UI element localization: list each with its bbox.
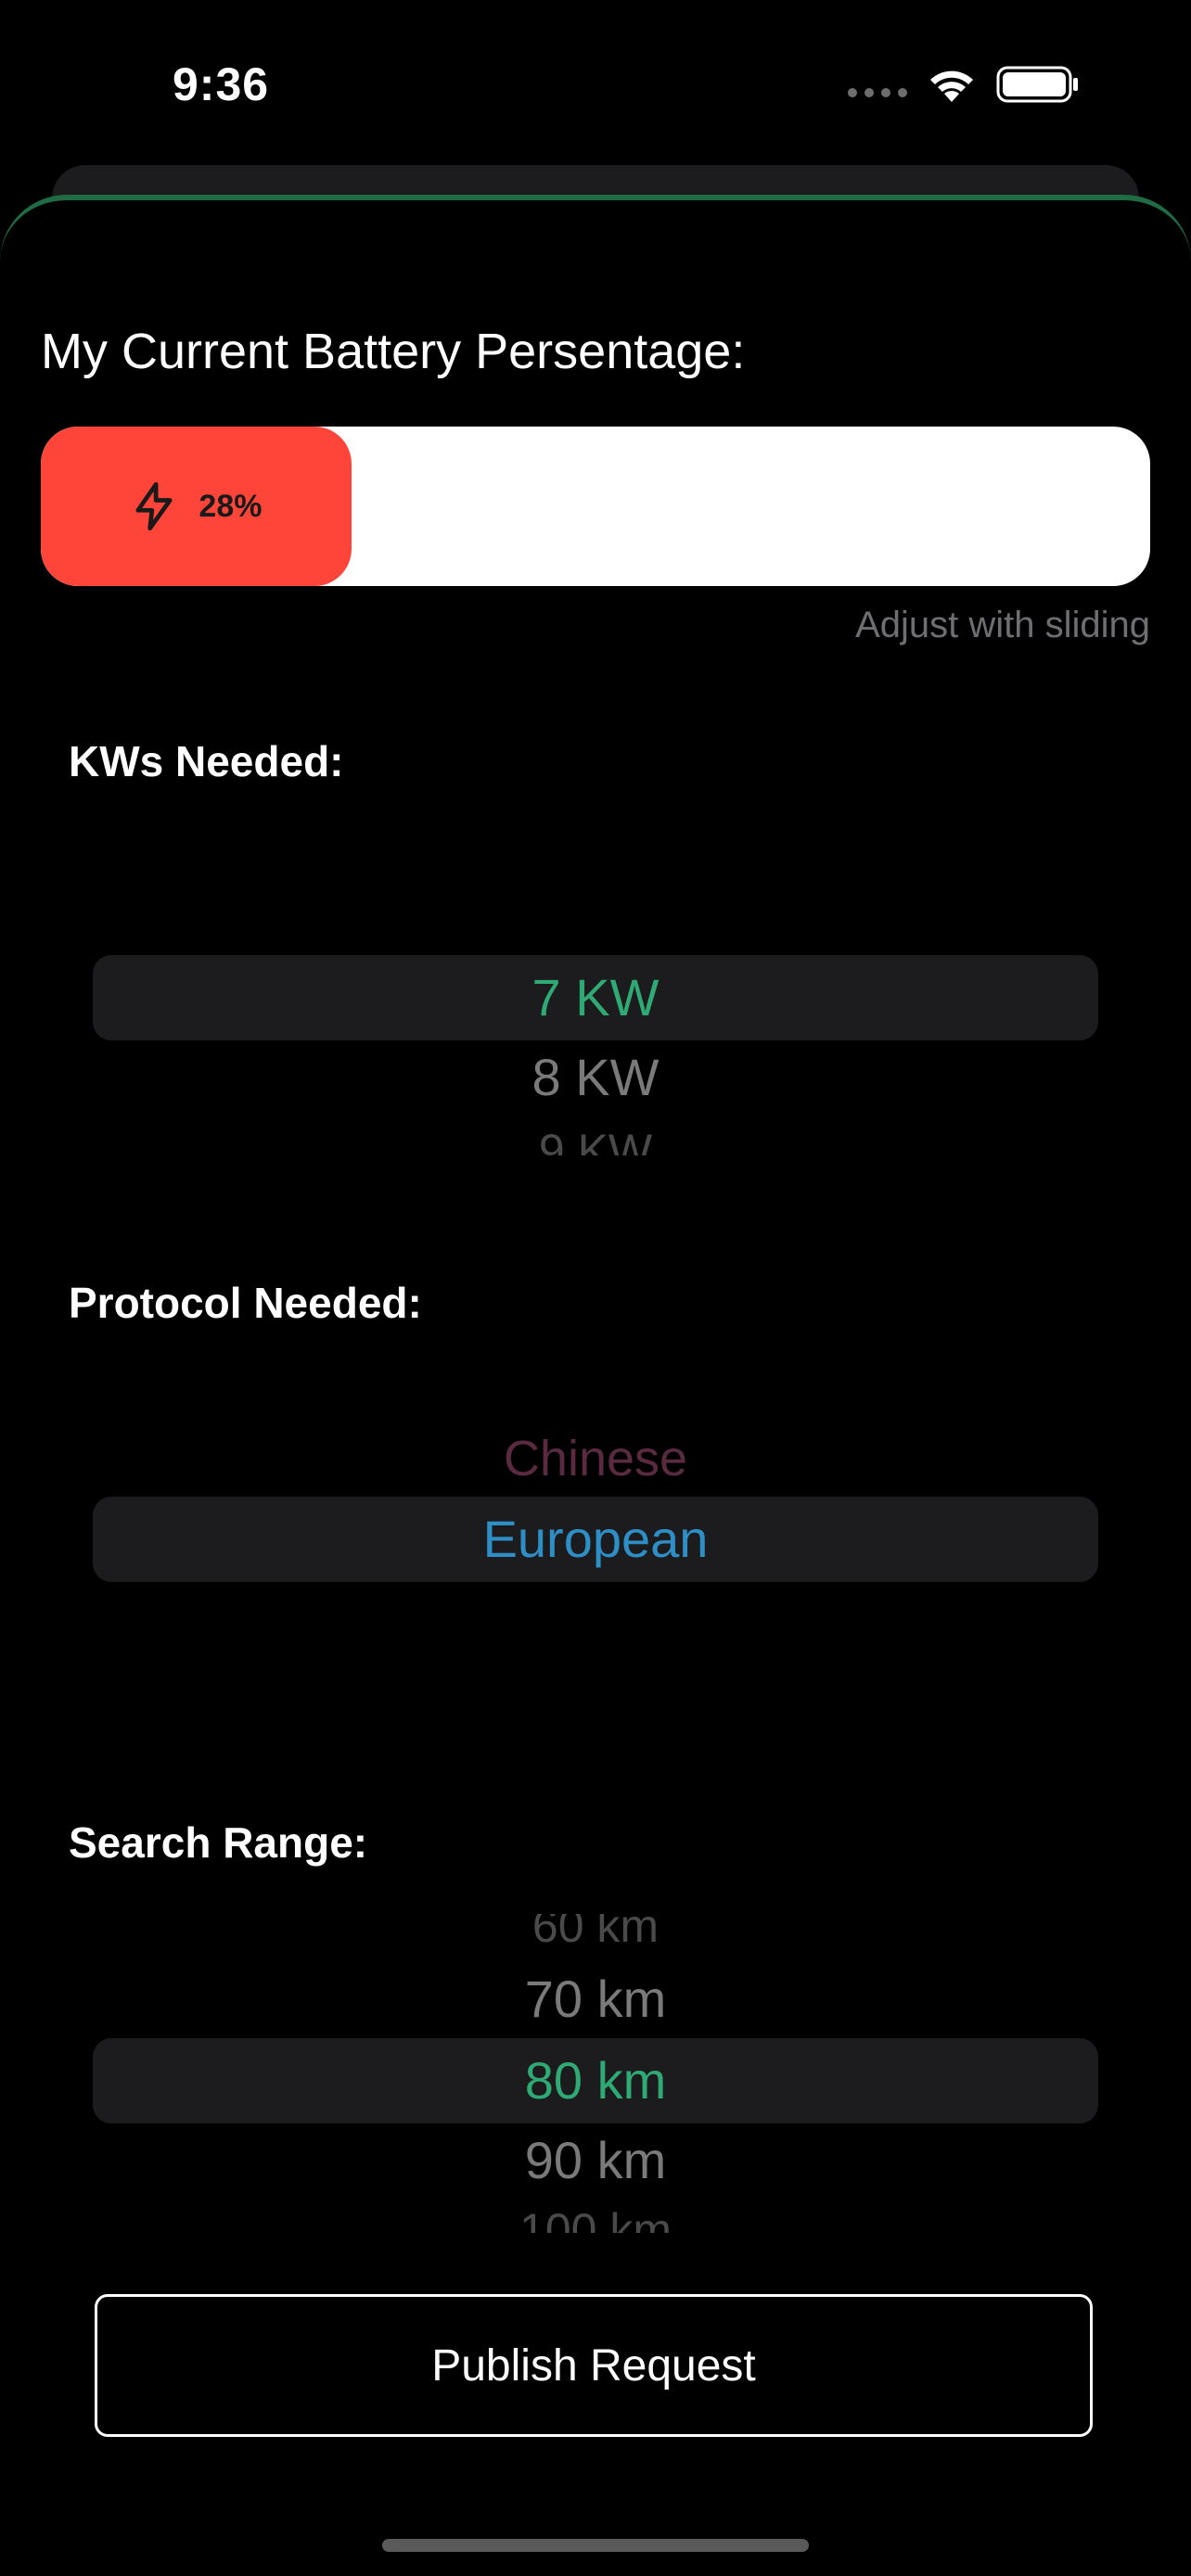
range-picker-item[interactable]: 100 km [93, 2198, 1098, 2233]
battery-slider-fill[interactable]: 28% [41, 427, 352, 586]
battery-heading: My Current Battery Persentage: [41, 324, 746, 379]
signal-dots-icon [848, 88, 907, 97]
battery-percent-label: 28% [198, 488, 263, 524]
kw-picker-item[interactable]: 8 KW [93, 1038, 1098, 1117]
battery-icon [996, 66, 1078, 103]
range-picker[interactable]: 60 km 70 km 80 km 90 km 100 km [93, 1914, 1098, 2233]
slider-hint: Adjust with sliding [855, 605, 1150, 645]
kw-picker-item-selected[interactable]: 7 KW [93, 958, 1098, 1038]
status-time: 9:36 [173, 58, 270, 110]
protocol-picker[interactable]: Chinese European [93, 1419, 1098, 1586]
kw-section-label: KWs Needed: [69, 737, 344, 785]
protocol-section-label: Protocol Needed: [69, 1279, 422, 1327]
kw-picker[interactable]: 7 KW 8 KW 9 KW [93, 955, 1098, 1159]
publish-request-button[interactable]: Publish Request [95, 2294, 1093, 2437]
battery-slider[interactable]: 28% [41, 427, 1150, 586]
range-picker-item[interactable]: 70 km [93, 1959, 1098, 2039]
bolt-icon [135, 481, 173, 531]
range-section-label: Search Range: [69, 1818, 368, 1867]
kw-picker-item[interactable]: 9 KW [93, 1118, 1098, 1155]
protocol-picker-item-selected[interactable]: European [93, 1499, 1098, 1579]
status-icons [848, 65, 1080, 104]
range-picker-item[interactable]: 90 km [93, 2121, 1098, 2200]
home-indicator [382, 2539, 809, 2552]
wifi-icon [930, 70, 973, 102]
protocol-picker-item[interactable]: Chinese [93, 1419, 1098, 1498]
range-picker-item-selected[interactable]: 80 km [93, 2041, 1098, 2121]
range-picker-item[interactable]: 60 km [93, 1914, 1098, 1953]
